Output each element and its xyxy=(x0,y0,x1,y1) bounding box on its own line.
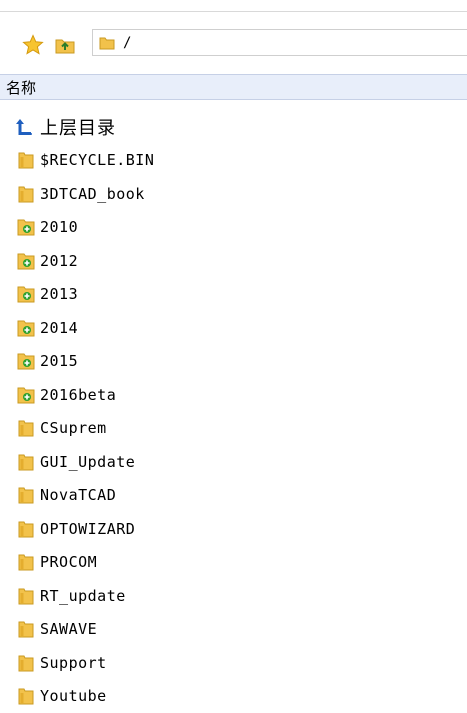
list-item[interactable]: NovaTCAD xyxy=(0,479,467,513)
list-item-label: PROCOM xyxy=(40,553,97,571)
folder-icon xyxy=(16,485,36,505)
list-item[interactable]: RT_update xyxy=(0,579,467,613)
list-item-label: 2016beta xyxy=(40,386,116,404)
folder-icon xyxy=(16,619,36,639)
folder-plus-icon xyxy=(16,318,36,338)
folder-icon xyxy=(16,418,36,438)
list-item[interactable]: 2010 xyxy=(0,211,467,245)
list-item-label: GUI_Update xyxy=(40,453,135,471)
list-item-label: Youtube xyxy=(40,687,107,705)
folder-icon xyxy=(16,586,36,606)
list-item[interactable]: 2014 xyxy=(0,311,467,345)
star-icon[interactable] xyxy=(20,32,46,58)
up-arrow-icon xyxy=(16,117,36,137)
list-item-label: 上层目录 xyxy=(40,114,116,140)
folder-up-icon[interactable] xyxy=(52,32,78,58)
folder-plus-icon xyxy=(16,351,36,371)
list-item-label: SAWAVE xyxy=(40,620,97,638)
list-item[interactable]: $RECYCLE.BIN xyxy=(0,144,467,178)
path-field[interactable]: / xyxy=(92,29,467,56)
list-item-label: 2013 xyxy=(40,285,78,303)
list-item[interactable]: PROCOM xyxy=(0,546,467,580)
list-item[interactable]: Youtube xyxy=(0,680,467,713)
folder-icon xyxy=(16,184,36,204)
parent-directory-item[interactable]: 上层目录 xyxy=(0,110,467,144)
folder-icon xyxy=(99,35,115,51)
list-item-label: Support xyxy=(40,654,107,672)
list-item-label: 2012 xyxy=(40,252,78,270)
list-item-label: 2014 xyxy=(40,319,78,337)
column-header-name[interactable]: 名称 xyxy=(0,74,467,100)
folder-plus-icon xyxy=(16,385,36,405)
list-item[interactable]: GUI_Update xyxy=(0,445,467,479)
list-item[interactable]: Support xyxy=(0,646,467,680)
folder-plus-icon xyxy=(16,251,36,271)
list-item[interactable]: SAWAVE xyxy=(0,613,467,647)
list-item-label: OPTOWIZARD xyxy=(40,520,135,538)
toolbar: / xyxy=(0,12,467,66)
folder-plus-icon xyxy=(16,284,36,304)
list-item[interactable]: 2016beta xyxy=(0,378,467,412)
list-item[interactable]: CSuprem xyxy=(0,412,467,446)
folder-icon xyxy=(16,150,36,170)
file-list: 上层目录 $RECYCLE.BIN 3DTCAD_book 2010 2012 2013 2… xyxy=(0,110,467,713)
list-item-label: CSuprem xyxy=(40,419,107,437)
folder-icon xyxy=(16,653,36,673)
list-item-label: RT_update xyxy=(40,587,126,605)
list-item-label: 2010 xyxy=(40,218,78,236)
top-band xyxy=(0,0,467,11)
list-item-label: $RECYCLE.BIN xyxy=(40,151,154,169)
folder-icon xyxy=(16,552,36,572)
folder-icon xyxy=(16,519,36,539)
folder-icon xyxy=(16,452,36,472)
folder-icon xyxy=(16,686,36,706)
list-item[interactable]: 3DTCAD_book xyxy=(0,177,467,211)
list-item[interactable]: 2015 xyxy=(0,345,467,379)
list-item[interactable]: OPTOWIZARD xyxy=(0,512,467,546)
list-item-label: 3DTCAD_book xyxy=(40,185,145,203)
list-item[interactable]: 2013 xyxy=(0,278,467,312)
column-header-label: 名称 xyxy=(6,77,36,98)
list-item-label: NovaTCAD xyxy=(40,486,116,504)
path-text: / xyxy=(123,35,131,51)
list-item-label: 2015 xyxy=(40,352,78,370)
folder-plus-icon xyxy=(16,217,36,237)
list-item[interactable]: 2012 xyxy=(0,244,467,278)
